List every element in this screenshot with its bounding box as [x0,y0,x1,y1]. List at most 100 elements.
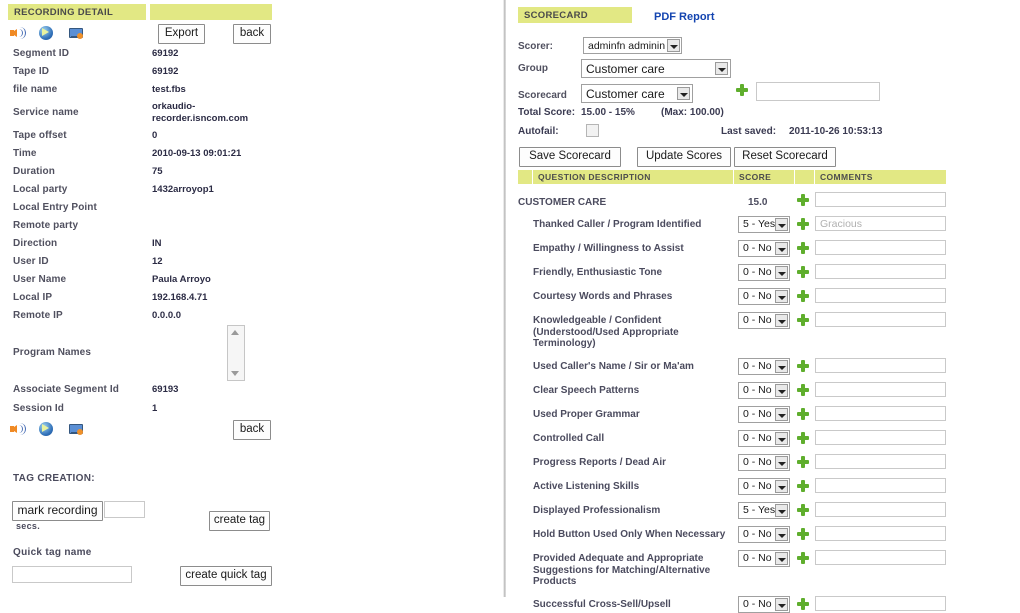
create-quick-tag-button[interactable]: create quick tag [180,566,272,586]
comment-input[interactable] [815,406,946,421]
add-comment-plus-icon[interactable] [797,408,809,420]
comment-input[interactable] [815,502,946,517]
add-comment-plus-icon[interactable] [797,480,809,492]
chevron-down-icon[interactable] [775,598,788,611]
detail-label-session-id: Session Id [13,403,65,414]
chevron-down-icon[interactable] [775,408,788,421]
add-comment-plus-icon[interactable] [797,552,809,564]
chevron-down-icon[interactable] [775,552,788,565]
add-comment-plus-icon[interactable] [797,242,809,254]
new-scorecard-input[interactable] [756,82,880,101]
export-button[interactable]: Export [158,24,205,44]
group-select[interactable]: Customer care [581,59,731,78]
comment-input[interactable] [815,526,946,541]
add-comment-plus-icon[interactable] [797,360,809,372]
media-play-icon[interactable] [38,25,54,41]
add-comment-plus-icon[interactable] [797,314,809,326]
comment-input[interactable] [815,192,946,207]
add-scorecard-plus-icon[interactable] [736,84,748,96]
question-score-select[interactable]: 0 - No [738,358,790,375]
comment-input[interactable] [815,430,946,445]
comment-input[interactable] [815,312,946,327]
recording-detail-header-spacer [150,4,272,20]
comment-input[interactable] [815,264,946,279]
chevron-down-icon[interactable] [667,39,680,52]
screen-capture-icon-bottom[interactable] [68,421,84,437]
chevron-down-icon[interactable] [677,87,690,100]
media-play-icon-bottom[interactable] [38,421,54,437]
quick-tag-name-input[interactable] [12,566,132,583]
chevron-down-icon[interactable] [775,480,788,493]
pdf-report-link[interactable]: PDF Report [654,11,715,23]
add-comment-plus-icon[interactable] [797,504,809,516]
chevron-down-icon[interactable] [775,504,788,517]
screen-capture-icon[interactable] [68,25,84,41]
audio-speaker-icon-bottom[interactable] [10,421,26,437]
comment-input[interactable] [815,478,946,493]
question-score-select[interactable]: 0 - No [738,526,790,543]
add-comment-plus-icon[interactable] [797,528,809,540]
chevron-down-icon[interactable] [775,218,788,231]
question-score-select[interactable]: 0 - No [738,288,790,305]
mark-recording-button[interactable]: mark recording [12,501,103,521]
question-score-select[interactable]: 5 - Yes [738,216,790,233]
chevron-down-icon[interactable] [775,456,788,469]
autofail-checkbox[interactable] [586,124,599,137]
question-score-select[interactable]: 0 - No [738,454,790,471]
scorer-select[interactable]: adminfn adminin [583,37,682,54]
question-score-select[interactable]: 0 - No [738,382,790,399]
comment-input[interactable] [815,596,946,611]
comment-input[interactable] [815,454,946,469]
question-score-select[interactable]: 0 - No [738,550,790,567]
reset-scorecard-button[interactable]: Reset Scorecard [734,147,836,167]
detail-value-tape-offset: 0 [152,130,158,141]
chevron-down-icon[interactable] [775,528,788,541]
question-score-select[interactable]: 0 - No [738,596,790,613]
comment-input[interactable] [815,358,946,373]
question-score-select[interactable]: 0 - No [738,312,790,329]
add-comment-plus-icon[interactable] [797,598,809,610]
back-button-bottom[interactable]: back [233,420,271,440]
comment-input[interactable] [815,382,946,397]
chevron-down-icon[interactable] [775,432,788,445]
back-button-top[interactable]: back [233,24,271,44]
program-names-scrollbar[interactable] [227,325,245,381]
comment-input[interactable]: Gracious [815,216,946,231]
chevron-down-icon[interactable] [775,384,788,397]
audio-speaker-icon[interactable] [10,25,26,41]
chevron-down-icon[interactable] [715,62,728,75]
update-scores-button[interactable]: Update Scores [637,147,731,167]
question-score-select[interactable]: 5 - Yes [738,502,790,519]
add-comment-plus-icon[interactable] [797,194,809,206]
comment-input[interactable] [815,240,946,255]
table-head-question: QUESTION DESCRIPTION [533,170,733,184]
comment-input[interactable] [815,288,946,303]
add-comment-plus-icon[interactable] [797,266,809,278]
scorecard-question-label: Displayed Professionalism [533,505,661,516]
add-comment-plus-icon[interactable] [797,456,809,468]
add-comment-plus-icon[interactable] [797,290,809,302]
question-score-select[interactable]: 0 - No [738,430,790,447]
chevron-down-icon[interactable] [775,290,788,303]
comment-input[interactable] [815,550,946,565]
table-head-comments: COMMENTS [815,170,946,184]
question-score-select[interactable]: 0 - No [738,264,790,281]
scorecard-select[interactable]: Customer care [581,84,693,103]
question-score-select[interactable]: 0 - No [738,240,790,257]
question-score-select[interactable]: 0 - No [738,478,790,495]
add-comment-plus-icon[interactable] [797,218,809,230]
scroll-up-arrow-icon[interactable] [231,330,239,335]
chevron-down-icon[interactable] [775,266,788,279]
add-comment-plus-icon[interactable] [797,384,809,396]
chevron-down-icon[interactable] [775,314,788,327]
scorecard-question-label: Hold Button Used Only When Necessary [533,529,726,540]
tag-seconds-input[interactable] [104,501,145,518]
chevron-down-icon[interactable] [775,242,788,255]
add-comment-plus-icon[interactable] [797,432,809,444]
create-tag-button[interactable]: create tag [209,511,270,531]
chevron-down-icon[interactable] [775,360,788,373]
scroll-down-arrow-icon[interactable] [231,371,239,376]
save-scorecard-button[interactable]: Save Scorecard [519,147,621,167]
question-score-select[interactable]: 0 - No [738,406,790,423]
scorer-label: Scorer: [518,41,554,52]
